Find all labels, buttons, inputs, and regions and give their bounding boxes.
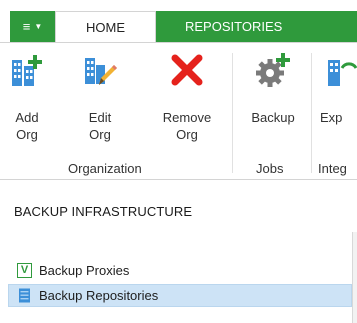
content-pane-edge <box>352 232 357 323</box>
proxy-icon: V <box>17 263 32 278</box>
export-button[interactable]: Exp <box>318 43 357 163</box>
add-org-button[interactable]: Add Org <box>6 43 48 163</box>
nav-item-backup-proxies[interactable]: V Backup Proxies <box>8 259 352 282</box>
edit-organization-icon <box>85 58 117 85</box>
nav-item-label: Backup Repositories <box>39 288 159 303</box>
ribbon-group-divider <box>232 53 233 173</box>
backup-button[interactable]: Backup <box>244 43 302 163</box>
add-org-label: Add Org <box>15 110 39 142</box>
nav-item-backup-repositories[interactable]: Backup Repositories <box>8 284 352 307</box>
backup-label: Backup <box>251 110 295 125</box>
nav-section-header: BACKUP INFRASTRUCTURE <box>14 204 193 219</box>
ribbon-group-divider <box>311 53 312 173</box>
export-icon <box>328 60 357 86</box>
ribbon-tab-strip: ≡ ▼ HOME REPOSITORIES <box>0 0 357 43</box>
edit-org-button[interactable]: Edit Org <box>78 43 122 163</box>
app-menu-button[interactable]: ≡ ▼ <box>10 11 55 42</box>
repository-icon <box>19 288 30 303</box>
edit-org-label: Edit Org <box>88 110 112 142</box>
tab-repositories[interactable]: REPOSITORIES <box>156 11 357 42</box>
ribbon: Add Org Edit Org Remove Org Backup Exp O… <box>0 42 357 180</box>
remove-org-button[interactable]: Remove Org <box>151 43 223 163</box>
remove-icon <box>171 54 203 86</box>
ribbon-group-jobs: Jobs <box>256 161 284 176</box>
tab-home[interactable]: HOME <box>55 11 156 43</box>
caret-down-icon: ▼ <box>34 22 43 31</box>
export-label: Exp <box>320 110 343 125</box>
backup-gear-icon <box>256 53 290 87</box>
nav-item-label: Backup Proxies <box>39 263 130 278</box>
ribbon-group-organization: Organization <box>68 161 142 176</box>
hamburger-icon: ≡ <box>22 19 32 34</box>
add-organization-icon <box>12 55 42 86</box>
ribbon-group-integration: Integ <box>318 161 347 176</box>
remove-org-label: Remove Org <box>162 110 212 142</box>
